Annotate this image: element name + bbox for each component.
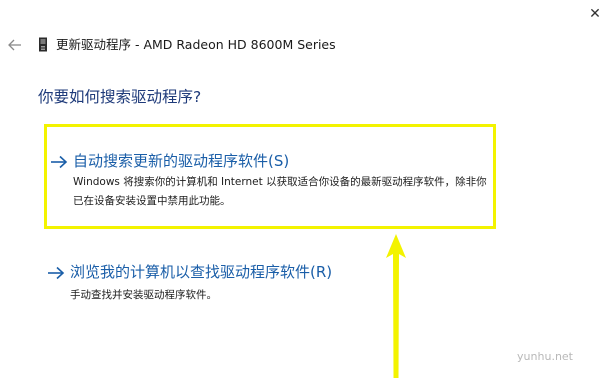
page-heading: 你要如何搜索驱动程序?: [38, 88, 202, 106]
window-title: 更新驱动程序 - AMD Radeon HD 8600M Series: [56, 37, 336, 52]
right-arrow-icon: [48, 266, 65, 280]
annotation-arrow-icon: [386, 234, 406, 378]
option-description: 手动查找并安装驱动程序软件。: [70, 289, 217, 301]
back-arrow-icon: [8, 39, 21, 51]
back-button[interactable]: [6, 36, 24, 54]
option-description: Windows 将搜索你的计算机和 Internet 以获取适合你设备的最新驱动…: [73, 176, 487, 207]
device-icon: [38, 37, 48, 52]
window-titlebar: 更新驱动程序 - AMD Radeon HD 8600M Series: [0, 34, 613, 56]
option-title: 自动搜索更新的驱动程序软件(S): [73, 152, 290, 170]
close-icon: ✕: [589, 6, 601, 22]
option-title: 浏览我的计算机以查找驱动程序软件(R): [70, 263, 333, 281]
watermark: yunhu.net: [517, 350, 573, 363]
right-arrow-icon: [51, 155, 68, 169]
option-auto-search[interactable]: 自动搜索更新的驱动程序软件(S) Windows 将搜索你的计算机和 Inter…: [44, 124, 496, 229]
option-browse-computer[interactable]: 浏览我的计算机以查找驱动程序软件(R) 手动查找并安装驱动程序软件。: [44, 259, 496, 307]
close-button[interactable]: ✕: [585, 4, 605, 24]
